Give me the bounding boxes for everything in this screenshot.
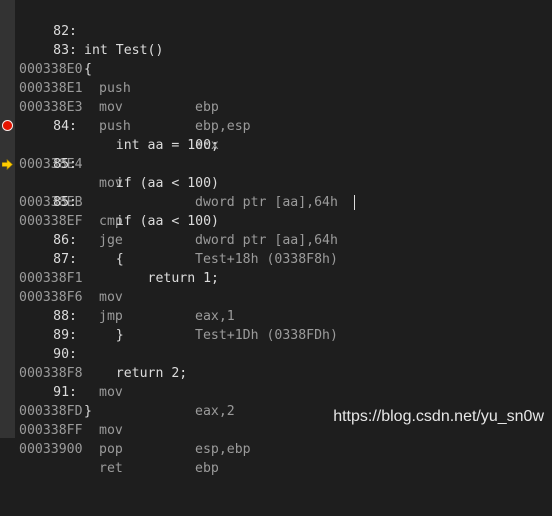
breakpoint-icon[interactable] (2, 120, 13, 131)
text-caret (354, 195, 355, 210)
source-line: 89: (0, 307, 552, 343)
source-line: 82: int Test() (0, 3, 552, 58)
instruction-line: 000338E3 push ecx (0, 79, 552, 153)
instruction-line: 000338FD mov esp,ebp (0, 383, 552, 457)
instruction-line: 000338F8 mov eax,2 (0, 345, 552, 419)
instruction-line: 000338E0 push ebp (0, 41, 552, 115)
instruction-line: 000338E4 mov dword ptr [aa],64h (0, 117, 552, 210)
current-instruction-arrow-icon[interactable] (2, 159, 13, 170)
instruction-line: 000338F6 jmp Test+1Dh (0338FDh) (0, 269, 552, 343)
source-line: 87: return 1; (0, 231, 552, 286)
source-line: 85: if (aa < 100) (0, 136, 552, 191)
source-line: 83: { (0, 22, 552, 77)
instruction-line: 000338F1 mov eax,1 (0, 250, 552, 324)
instruction-line: 000338E1 mov ebp,esp (0, 60, 552, 134)
instruction-line: 000338EB cmp dword ptr [aa],64h (0, 155, 552, 248)
source-line: 91: } (0, 364, 552, 419)
instruction-mnemonic: ret (99, 461, 123, 476)
source-line: 85: if (aa < 100) (0, 174, 552, 229)
source-line: 88: } (0, 288, 552, 343)
instruction-mnemonic: pop (99, 442, 123, 457)
instruction-line: 000338EF jge Test+18h (0338F8h) (0, 193, 552, 267)
disassembly-view[interactable]: 82: int Test() 83: { 000338E0 push ebp 0… (0, 3, 552, 476)
instruction-operands: ebp (195, 461, 219, 476)
source-line: 84: int aa = 100; (0, 98, 552, 153)
source-line: 90: return 2; (0, 326, 552, 381)
instruction-address: 00033900 (19, 442, 83, 457)
source-line: 86: { (0, 212, 552, 267)
watermark-text: https://blog.csdn.net/yu_sn0w (333, 408, 544, 425)
instruction-operands: esp,ebp (195, 442, 251, 457)
